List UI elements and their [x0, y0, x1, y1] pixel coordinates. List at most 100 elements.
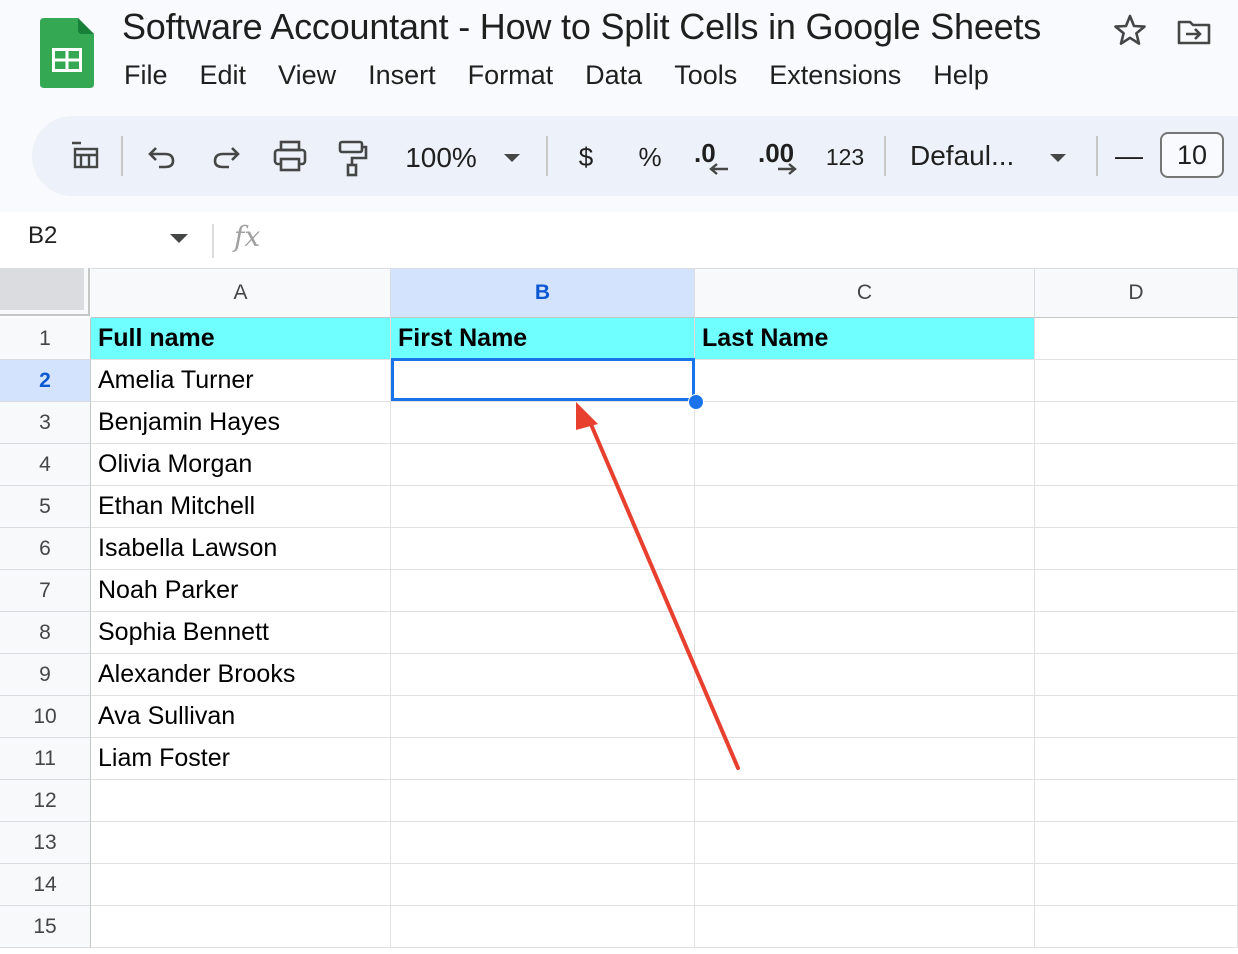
- column-header-a[interactable]: A: [91, 268, 391, 318]
- font-family-select[interactable]: Defaul...: [910, 136, 1030, 176]
- row-header-5[interactable]: 5: [0, 486, 91, 528]
- cell-d10[interactable]: [1035, 696, 1238, 738]
- row-header-13[interactable]: 13: [0, 822, 91, 864]
- zoom-level[interactable]: 100%: [398, 138, 484, 178]
- column-header-b[interactable]: B: [391, 268, 695, 318]
- percent-format-button[interactable]: %: [632, 138, 668, 176]
- cell-a13[interactable]: [91, 822, 391, 864]
- cell-c12[interactable]: [695, 780, 1035, 822]
- column-header-d[interactable]: D: [1035, 268, 1238, 318]
- cell-d7[interactable]: [1035, 570, 1238, 612]
- cell-d4[interactable]: [1035, 444, 1238, 486]
- decrease-decimal-button[interactable]: .0: [690, 136, 736, 180]
- cell-b14[interactable]: [391, 864, 695, 906]
- row-header-11[interactable]: 11: [0, 738, 91, 780]
- cell-d12[interactable]: [1035, 780, 1238, 822]
- cell-c5[interactable]: [695, 486, 1035, 528]
- row-header-3[interactable]: 3: [0, 402, 91, 444]
- cell-c6[interactable]: [695, 528, 1035, 570]
- cell-d11[interactable]: [1035, 738, 1238, 780]
- document-title[interactable]: Software Accountant - How to Split Cells…: [122, 6, 1041, 48]
- zoom-dropdown-icon[interactable]: [500, 150, 524, 166]
- cell-d1[interactable]: [1035, 318, 1238, 360]
- cell-b15[interactable]: [391, 906, 695, 948]
- cell-b7[interactable]: [391, 570, 695, 612]
- sheets-logo-icon[interactable]: [40, 18, 94, 88]
- active-cell-selection[interactable]: [391, 358, 695, 401]
- cell-a3[interactable]: Benjamin Hayes: [91, 402, 391, 444]
- more-formats-button[interactable]: 123: [820, 138, 870, 176]
- cell-b3[interactable]: [391, 402, 695, 444]
- menus-search-icon[interactable]: [66, 138, 106, 174]
- cell-b11[interactable]: [391, 738, 695, 780]
- cell-c10[interactable]: [695, 696, 1035, 738]
- star-icon[interactable]: [1112, 12, 1148, 48]
- cell-a4[interactable]: Olivia Morgan: [91, 444, 391, 486]
- menu-view[interactable]: View: [262, 58, 352, 93]
- cell-b10[interactable]: [391, 696, 695, 738]
- cell-c8[interactable]: [695, 612, 1035, 654]
- formula-input[interactable]: [280, 222, 1180, 258]
- print-icon[interactable]: [268, 138, 312, 174]
- column-header-c[interactable]: C: [695, 268, 1035, 318]
- cell-b13[interactable]: [391, 822, 695, 864]
- cell-b5[interactable]: [391, 486, 695, 528]
- row-header-4[interactable]: 4: [0, 444, 91, 486]
- row-header-7[interactable]: 7: [0, 570, 91, 612]
- menu-data[interactable]: Data: [569, 58, 658, 93]
- cell-a11[interactable]: Liam Foster: [91, 738, 391, 780]
- cell-d9[interactable]: [1035, 654, 1238, 696]
- cell-d13[interactable]: [1035, 822, 1238, 864]
- cell-c14[interactable]: [695, 864, 1035, 906]
- cell-c9[interactable]: [695, 654, 1035, 696]
- cell-a1[interactable]: Full name: [91, 318, 391, 360]
- cell-b4[interactable]: [391, 444, 695, 486]
- undo-icon[interactable]: [142, 138, 182, 174]
- cell-b9[interactable]: [391, 654, 695, 696]
- cell-d3[interactable]: [1035, 402, 1238, 444]
- redo-icon[interactable]: [206, 138, 246, 174]
- cell-b8[interactable]: [391, 612, 695, 654]
- paint-format-icon[interactable]: [332, 138, 372, 178]
- row-header-8[interactable]: 8: [0, 612, 91, 654]
- cell-a10[interactable]: Ava Sullivan: [91, 696, 391, 738]
- cell-a6[interactable]: Isabella Lawson: [91, 528, 391, 570]
- cell-c2[interactable]: [695, 360, 1035, 402]
- cell-d8[interactable]: [1035, 612, 1238, 654]
- cell-b1[interactable]: First Name: [391, 318, 695, 360]
- name-box-dropdown-icon[interactable]: [170, 234, 188, 243]
- menu-format[interactable]: Format: [452, 58, 570, 93]
- fill-handle[interactable]: [688, 394, 704, 410]
- row-header-9[interactable]: 9: [0, 654, 91, 696]
- row-header-2[interactable]: 2: [0, 360, 91, 402]
- row-header-6[interactable]: 6: [0, 528, 91, 570]
- row-header-14[interactable]: 14: [0, 864, 91, 906]
- cell-a7[interactable]: Noah Parker: [91, 570, 391, 612]
- cell-c3[interactable]: [695, 402, 1035, 444]
- menu-file[interactable]: File: [108, 58, 184, 93]
- cell-c4[interactable]: [695, 444, 1035, 486]
- cell-c13[interactable]: [695, 822, 1035, 864]
- menu-edit[interactable]: Edit: [184, 58, 263, 93]
- cell-b12[interactable]: [391, 780, 695, 822]
- cell-a9[interactable]: Alexander Brooks: [91, 654, 391, 696]
- font-size-input[interactable]: 10: [1160, 132, 1224, 178]
- row-header-1[interactable]: 1: [0, 318, 91, 360]
- cell-d5[interactable]: [1035, 486, 1238, 528]
- cell-a8[interactable]: Sophia Bennett: [91, 612, 391, 654]
- row-header-12[interactable]: 12: [0, 780, 91, 822]
- currency-format-button[interactable]: $: [568, 138, 604, 176]
- cell-d15[interactable]: [1035, 906, 1238, 948]
- cell-a14[interactable]: [91, 864, 391, 906]
- decrease-font-size-button[interactable]: —: [1114, 136, 1144, 176]
- cell-c7[interactable]: [695, 570, 1035, 612]
- cell-b6[interactable]: [391, 528, 695, 570]
- row-header-15[interactable]: 15: [0, 906, 91, 948]
- menu-extensions[interactable]: Extensions: [753, 58, 917, 93]
- cell-d14[interactable]: [1035, 864, 1238, 906]
- menu-tools[interactable]: Tools: [658, 58, 753, 93]
- font-dropdown-icon[interactable]: [1046, 150, 1070, 166]
- cell-a2[interactable]: Amelia Turner: [91, 360, 391, 402]
- menu-help[interactable]: Help: [917, 58, 1005, 93]
- move-to-folder-icon[interactable]: [1176, 14, 1212, 50]
